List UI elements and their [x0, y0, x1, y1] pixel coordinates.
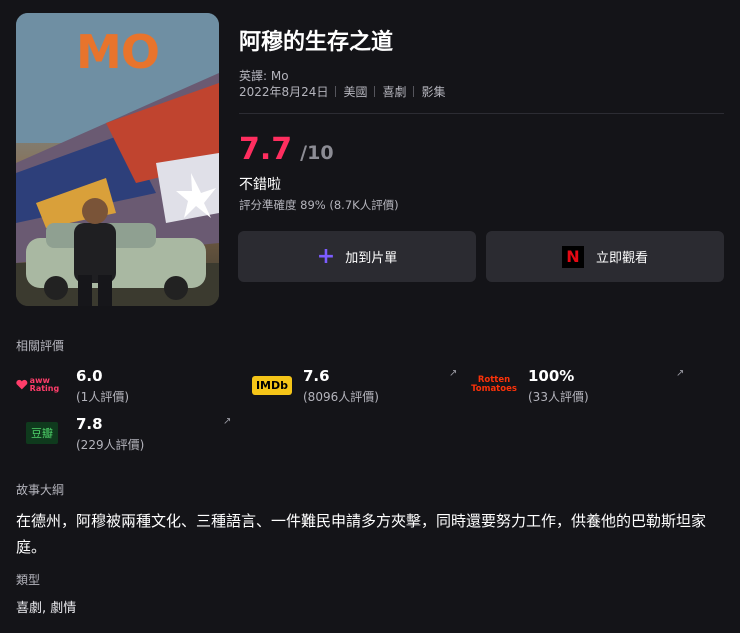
rating-value: 7.6 [303, 367, 330, 385]
imdb-logo-text: IMDb [251, 375, 293, 395]
country: 美國 [343, 85, 368, 99]
related-ratings-label: 相關評價 [16, 339, 65, 353]
synopsis-label: 故事大綱 [16, 483, 65, 497]
add-to-list-button[interactable]: + 加到片單 [238, 231, 476, 282]
add-to-list-label: 加到片單 [345, 251, 398, 266]
divider [335, 86, 337, 97]
rating-imdb[interactable]: IMDb 7.6 (8096人評價) [246, 367, 446, 407]
score-value: 7.7 [239, 132, 293, 167]
genre-label: 類型 [16, 573, 41, 587]
external-link-icon[interactable]: ↗ [223, 416, 231, 427]
imdb-logo: IMDb [246, 373, 298, 397]
poster[interactable]: MO [16, 13, 219, 306]
rating-value: 100% [528, 367, 575, 385]
genre-text: 喜劇, 劇情 [16, 601, 77, 616]
page-title: 阿穆的生存之道 [239, 30, 394, 55]
rating-count: (1人評價) [76, 390, 129, 404]
rating-aww: aww Rating 6.0 (1人評價) [16, 367, 216, 407]
poster-title: MO [76, 25, 160, 79]
aww-logo-icon [16, 379, 28, 390]
divider [239, 113, 724, 114]
watch-now-button[interactable]: N 立即觀看 [486, 231, 724, 282]
score-accuracy: 評分準確度 89% (8.7K人評價) [239, 198, 399, 212]
score: 7.7 /10 [239, 132, 334, 167]
rating-douban[interactable]: 豆瓣 7.8 (229人評價) [16, 415, 216, 455]
meta-line: 2022年8月24日 美國 喜劇 影集 [239, 83, 446, 100]
divider [413, 86, 415, 97]
aww-logo-text: aww Rating [29, 376, 60, 393]
english-title: 英譯: Mo [239, 69, 289, 83]
netflix-icon: N [561, 245, 584, 268]
rotten-tomatoes-logo: Rotten Tomatoes [471, 375, 517, 394]
genre-tag: 喜劇 [382, 85, 407, 99]
rating-value: 7.8 [76, 415, 103, 433]
watch-now-label: 立即觀看 [595, 251, 648, 266]
aww-rating-logo: aww Rating [16, 373, 68, 397]
rating-value: 6.0 [76, 367, 103, 385]
plus-icon: + [316, 243, 336, 269]
douban-logo-text: 豆瓣 [26, 422, 58, 444]
type-tag: 影集 [421, 85, 446, 99]
release-date: 2022年8月24日 [239, 85, 329, 99]
rating-rotten-tomatoes[interactable]: Rotten Tomatoes 100% (33人評價) [468, 367, 668, 407]
rating-count: (229人評價) [76, 438, 145, 452]
rating-count: (33人評價) [528, 390, 589, 404]
score-verdict: 不錯啦 [239, 177, 281, 193]
divider [374, 86, 376, 97]
synopsis-text: 在德州，阿穆被兩種文化、三種語言、一件難民申請多方夾擊，同時還要努力工作，供養他… [16, 512, 707, 556]
rating-count: (8096人評價) [303, 390, 379, 404]
external-link-icon[interactable]: ↗ [676, 368, 684, 379]
score-out-of: /10 [300, 142, 334, 164]
douban-logo: 豆瓣 [16, 421, 68, 445]
external-link-icon[interactable]: ↗ [449, 368, 457, 379]
